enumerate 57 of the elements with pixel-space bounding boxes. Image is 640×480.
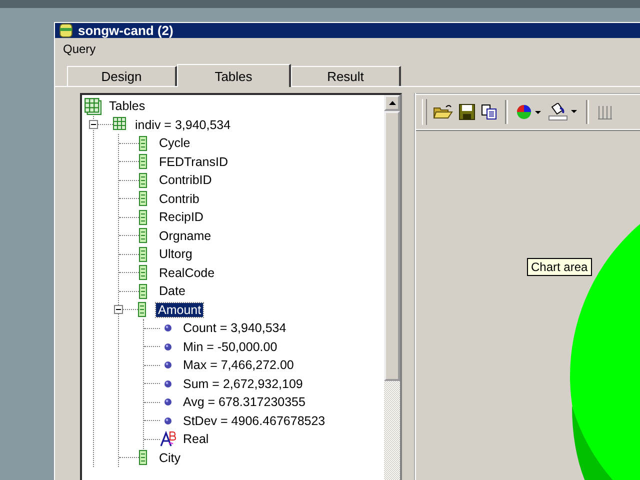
tree-item[interactable]: Sum = 2,672,932,109 (181, 376, 305, 391)
tree-item[interactable]: Ultorg (157, 247, 194, 262)
tree-item[interactable]: FEDTransID (157, 154, 230, 169)
pie-chart-icon[interactable] (516, 104, 542, 120)
paint-bucket-icon[interactable] (548, 103, 578, 121)
tree-item[interactable]: Amount (156, 302, 204, 317)
tree-item[interactable]: Contrib (157, 192, 202, 206)
tree-item[interactable]: StDev = 4906.467678523 (181, 414, 328, 428)
vertical-scrollbar[interactable] (384, 95, 400, 480)
tab[interactable]: Result (291, 66, 401, 86)
tree-item[interactable]: Date (157, 284, 188, 298)
field-icon (139, 265, 147, 280)
field-icon (139, 228, 147, 244)
tree-item[interactable]: City (157, 450, 183, 465)
tooltip: Chart area (527, 258, 592, 276)
bullet-icon (164, 342, 172, 351)
table-icon (113, 117, 128, 132)
tree-item[interactable]: Max = 7,466,272.00 (181, 358, 296, 372)
field-icon (138, 302, 146, 318)
tree-item[interactable]: Avg = 678.317230355 (181, 395, 308, 410)
tree-item[interactable]: ContribID (157, 173, 214, 188)
field-icon (139, 210, 147, 225)
field-icon (139, 450, 147, 466)
tab[interactable]: Design (67, 66, 177, 86)
tree-item[interactable]: Orgname (157, 228, 214, 243)
save-icon[interactable] (459, 104, 475, 120)
tree-item[interactable]: Min = -50,000.00 (181, 340, 280, 354)
window-title: songw-cand (2) (78, 23, 174, 38)
field-icon (139, 154, 147, 170)
bullet-icon (164, 380, 172, 388)
tab[interactable]: Tables (177, 64, 291, 87)
bullet-icon (164, 398, 172, 406)
tree-item[interactable]: Real (181, 432, 211, 446)
table-icon (84, 98, 102, 115)
text-type-icon (160, 431, 176, 448)
tree-item[interactable]: indiv = 3,940,534 (133, 118, 233, 132)
collapse-toggle[interactable] (114, 305, 123, 314)
field-icon (139, 172, 147, 188)
bullet-icon (164, 416, 172, 425)
tree-item[interactable]: Count = 3,940,534 (181, 321, 288, 336)
tree-item[interactable]: RealCode (157, 266, 217, 280)
field-icon (139, 284, 147, 299)
database-icon (59, 23, 73, 38)
bullet-icon (164, 361, 172, 370)
copy-icon[interactable] (481, 104, 497, 120)
collapse-toggle[interactable] (89, 120, 98, 130)
columns-icon[interactable] (597, 104, 613, 120)
tree-item[interactable]: Cycle (157, 136, 192, 150)
bullet-icon (164, 324, 172, 332)
tree-item[interactable]: Tables (107, 99, 148, 114)
field-icon (139, 191, 147, 206)
field-icon (139, 246, 147, 262)
open-folder-icon[interactable] (433, 104, 453, 120)
up-arrow-icon (388, 101, 396, 105)
field-icon (139, 136, 147, 151)
tree-item[interactable]: RecipID (157, 210, 206, 224)
menu-item[interactable]: Query (61, 42, 98, 56)
